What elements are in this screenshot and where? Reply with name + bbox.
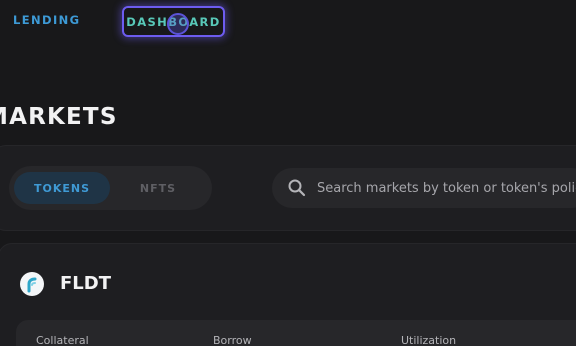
cursor-indicator — [167, 13, 189, 35]
stat-label-collateral: Collateral — [36, 334, 89, 346]
tab-nfts[interactable]: NFTS — [112, 172, 204, 204]
search-bar[interactable]: Search markets by token or token's polic… — [272, 168, 576, 208]
fldt-token-logo-icon — [20, 272, 44, 296]
tab-tokens[interactable]: TOKENS — [14, 172, 110, 204]
search-icon — [288, 179, 306, 197]
market-stats-panel — [16, 320, 576, 346]
market-token-name: FLDT — [60, 273, 111, 294]
stat-label-utilization: Utilization — [401, 334, 457, 346]
stat-label-borrow: Borrow — [213, 334, 252, 346]
nav-link-lending[interactable]: LENDING — [13, 13, 81, 27]
page-title: MARKETS — [0, 104, 118, 130]
search-input[interactable]: Search markets by token or token's polic… — [317, 181, 576, 196]
